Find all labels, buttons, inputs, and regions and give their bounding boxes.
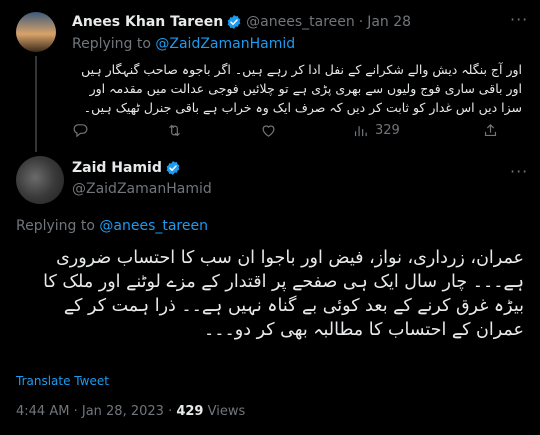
replying-to: Replying to @ZaidZamanHamid — [72, 36, 295, 52]
tweet-header: Anees Khan Tareen @anees_tareen · Jan 28 — [72, 14, 411, 30]
tweet-date[interactable]: Jan 28 — [367, 14, 411, 30]
reply-button[interactable] — [72, 122, 166, 139]
avatar[interactable] — [16, 156, 64, 204]
author-handle[interactable]: @ZaidZamanHamid — [72, 181, 212, 197]
views-label: Views — [207, 404, 246, 419]
reply-icon — [73, 123, 88, 137]
more-options-icon[interactable]: ··· — [510, 162, 528, 181]
replying-prefix: Replying to — [16, 218, 95, 234]
like-button[interactable] — [260, 122, 352, 139]
retweet-button[interactable] — [166, 122, 260, 139]
views-count: 429 — [176, 404, 204, 419]
share-button[interactable] — [482, 122, 499, 139]
reply-tweet[interactable]: Anees Khan Tareen @anees_tareen · Jan 28… — [0, 0, 540, 152]
replying-handle-link[interactable]: @ZaidZamanHamid — [155, 36, 295, 52]
verified-badge-icon — [227, 15, 241, 29]
tweet-meta: 4:44 AM · Jan 28, 2023 · 429 Views — [16, 404, 245, 419]
separator: · — [73, 404, 78, 419]
separator: · — [168, 404, 173, 419]
author-name[interactable]: Zaid Hamid — [72, 160, 162, 176]
translate-tweet-link[interactable]: Translate Tweet — [16, 374, 109, 388]
views-count: 329 — [375, 122, 400, 138]
separator: · — [358, 14, 364, 30]
views-button[interactable]: 329 — [352, 122, 482, 139]
retweet-icon — [169, 124, 180, 136]
replying-to: Replying to @anees_tareen — [16, 218, 208, 234]
heart-icon — [262, 124, 275, 137]
more-options-icon[interactable]: ··· — [510, 10, 528, 29]
author-handle[interactable]: @anees_tareen — [246, 14, 355, 30]
tweet-time[interactable]: 4:44 AM — [16, 404, 69, 419]
tweet-date[interactable]: Jan 28, 2023 — [82, 404, 164, 419]
views-icon — [354, 125, 367, 136]
tweet-text: عمران، زرداری، نواز، فیض اور باجوا ان سب… — [43, 248, 524, 340]
verified-badge-icon — [166, 161, 180, 175]
replying-prefix: Replying to — [72, 36, 151, 52]
avatar[interactable] — [16, 12, 56, 52]
tweet-text: اور آج بنگلہ دیش والے شکرانے کے نفل ادا … — [81, 62, 522, 115]
author-name-row: Zaid Hamid — [72, 160, 181, 176]
share-icon — [484, 123, 497, 136]
replying-handle-link[interactable]: @anees_tareen — [99, 218, 208, 234]
author-name[interactable]: Anees Khan Tareen — [72, 14, 223, 30]
tweet-actions: 329 — [72, 120, 512, 140]
thread-line — [35, 56, 37, 152]
